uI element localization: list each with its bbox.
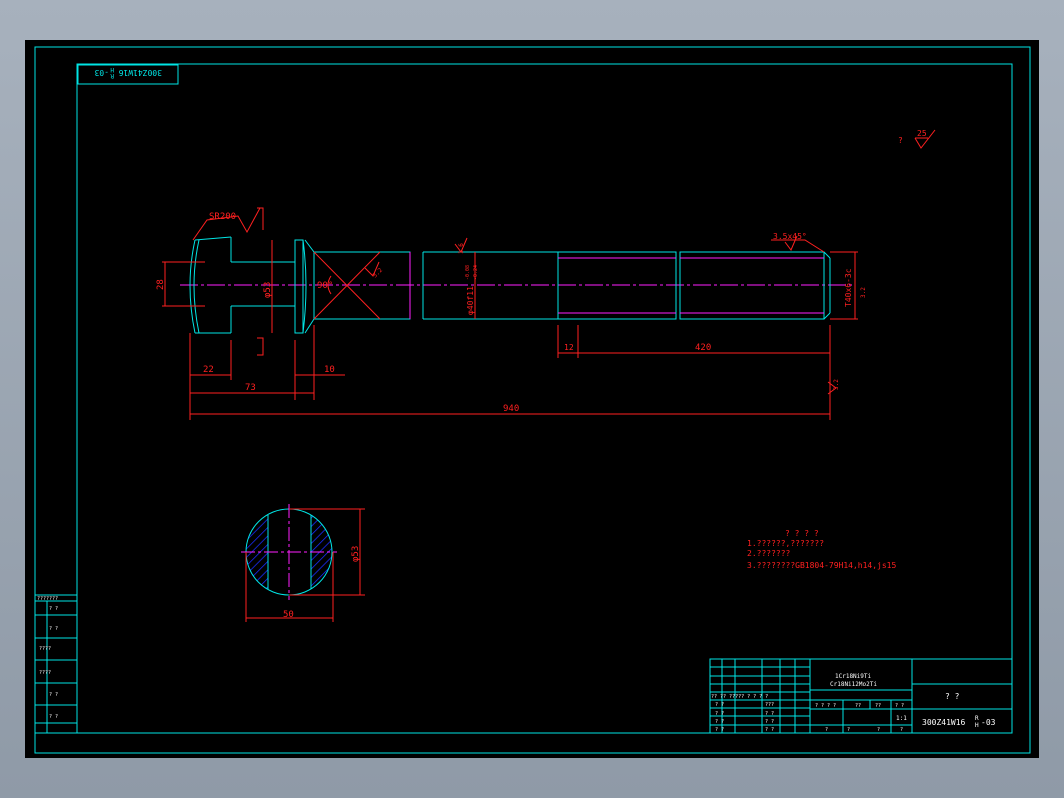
drawing-canvas: 300Z41W16 R H -03 ? 25 SR200 28 φ53 90° … — [34, 46, 1031, 754]
dim-thread: T40x6-3c — [844, 268, 853, 307]
tb-bottom-1: ? — [847, 727, 850, 733]
tb-mid-3: ? ? — [765, 727, 774, 733]
tb-part-name: ? ? — [945, 692, 960, 701]
title-block-texts: 1Cr18Ni9Ti Cr18Ni12Mo2Ti ? ? 1:1 ?? ?? ?… — [711, 673, 996, 733]
notes-heading: ? ? ? ? — [785, 529, 819, 538]
dim-940: 940 — [503, 404, 519, 414]
stamp-sub: H — [110, 66, 114, 73]
cad-viewport[interactable]: 300Z41W16 R H -03 ? 25 SR200 28 φ53 90° … — [25, 40, 1039, 758]
tb-material2: Cr18Ni12Mo2Ti — [830, 681, 877, 688]
dim-10: 10 — [324, 365, 335, 375]
tb-drawing-number: 300Z41W16 — [922, 718, 966, 727]
inner-border — [76, 63, 1013, 734]
dimensions — [162, 207, 858, 420]
chamfer-top — [823, 251, 831, 259]
dim-420: 420 — [695, 343, 711, 353]
chamfer-leader — [771, 239, 825, 253]
stamp-text: 300Z41W16 — [118, 68, 162, 77]
tb-row-a1: ? ? — [715, 702, 724, 708]
tb-scale: 1:1 — [896, 715, 907, 722]
tb-stage-3: ? ? — [895, 703, 904, 709]
tb-row-a2: ? ? — [715, 711, 724, 717]
taper-bottom — [304, 318, 315, 334]
tb-dn-suffix: -03 — [981, 718, 996, 727]
tb-left-0: ? ? — [715, 727, 724, 733]
tb-dn-sup: R — [975, 715, 979, 722]
dim-sr: SR200 — [209, 212, 236, 222]
tb-mid-1: ? ? — [765, 711, 774, 717]
dim-53: φ53 — [263, 282, 273, 298]
roughness-value: 25 — [917, 129, 927, 138]
head-bracket-bottom — [257, 337, 264, 356]
side-row-1: ? ? — [49, 606, 58, 612]
dim-angle: 90° — [317, 281, 333, 291]
roughness-prefix: ? — [898, 136, 903, 145]
notes-line1: 1.??????,??????? — [747, 539, 824, 548]
sec-dim-50: 50 — [283, 610, 294, 620]
tb-dn-sub: H — [975, 722, 979, 729]
notes-line2: 2.??????? — [747, 549, 791, 558]
chamfer-bottom — [823, 312, 831, 320]
tb-bottom-0: ? — [825, 727, 828, 733]
side-row-4: ???? — [39, 670, 51, 676]
outer-border — [34, 46, 1031, 754]
dim-shaft-tol-top: -0.08 — [465, 265, 471, 280]
part-main-view — [180, 236, 855, 334]
tb-bottom-2: ? — [877, 727, 880, 733]
dim-22: 22 — [203, 365, 214, 375]
tech-notes: ? ? ? ? 1.??????,??????? 2.??????? 3.???… — [747, 529, 896, 570]
dim-28: 28 — [156, 279, 166, 290]
dim-chamfer: 3.5x45° — [773, 232, 807, 241]
roughness-note: ? 25 — [898, 129, 936, 149]
stamp-rotated: 300Z41W16 R H -03 — [94, 66, 162, 79]
tb-row-a0: ?? ?? ????? ? ? ? ? — [711, 694, 768, 700]
side-block-frame — [34, 594, 78, 734]
side-row-2: ? ? — [49, 626, 58, 632]
dim-shaft-dia: φ40f11 — [466, 286, 475, 315]
rough-text-d: 3.2 — [833, 379, 840, 390]
dim-12: 12 — [564, 343, 574, 352]
dim-shaft-tol-bot: -0.24 — [473, 265, 479, 280]
rough-text-b: 1.6 — [458, 243, 465, 254]
rough-text-c: 3.2 — [860, 287, 867, 298]
section-view: φ53 50 — [241, 504, 365, 622]
tb-mid-0: ??? — [765, 702, 774, 708]
head-top — [194, 236, 232, 241]
tb-bottom-3: ? — [900, 727, 903, 733]
tb-mid-2: ? ? — [765, 719, 774, 725]
stamp-suffix: -03 — [94, 68, 109, 77]
side-row-3: ???? — [39, 646, 51, 652]
side-row-6: ? ? — [49, 714, 58, 720]
tb-stage-0: ? ? ? ? — [815, 703, 836, 709]
rough-text-a: 3.2 — [371, 267, 384, 280]
side-row-5: ? ? — [49, 692, 58, 698]
side-row-0: ??????? — [37, 596, 58, 602]
head-sphere-inner — [193, 239, 200, 334]
tb-stage-1: ?? — [855, 703, 861, 709]
tb-material1: 1Cr18Ni9Ti — [835, 673, 872, 680]
tb-stage-2: ?? — [875, 703, 881, 709]
sec-dim-53: φ53 — [351, 546, 361, 562]
taper-top — [304, 239, 315, 253]
collar — [294, 239, 304, 334]
side-block: ??????? ? ? ? ? ???? ???? ? ? ? ? — [34, 594, 78, 734]
notes-line3: 3.????????GB1804-79H14,h14,js15 — [747, 561, 896, 570]
tb-row-a3: ? ? — [715, 719, 724, 725]
dim-73: 73 — [245, 383, 256, 393]
